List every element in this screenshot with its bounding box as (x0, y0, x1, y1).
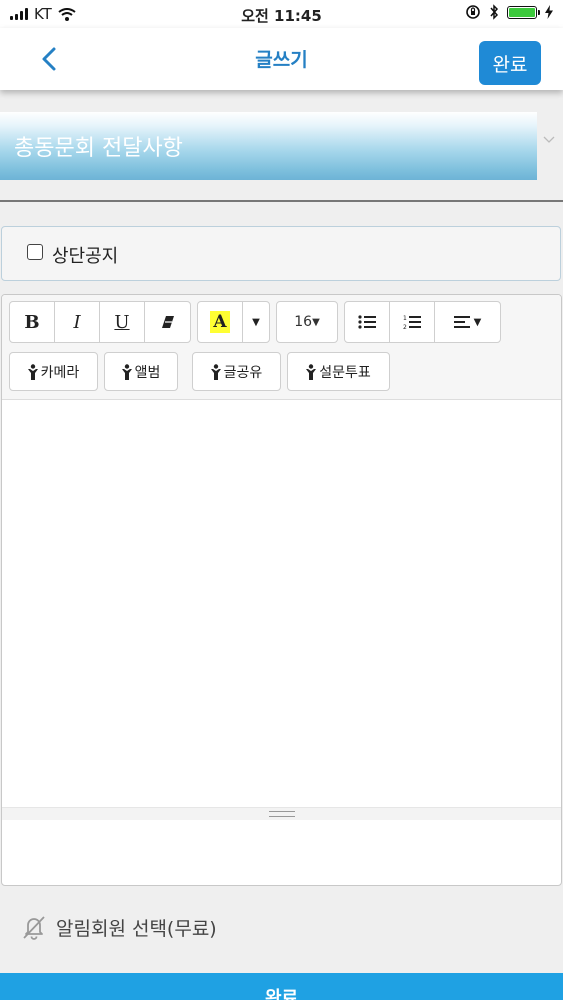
svg-text:1: 1 (403, 315, 407, 322)
color-dropdown-button[interactable]: ▼ (243, 302, 269, 342)
caret-down-icon: ▼ (312, 316, 320, 328)
camera-button[interactable]: 카메라 (9, 352, 98, 391)
top-notice-checkbox[interactable] (27, 244, 43, 260)
done-button[interactable]: 완료 (479, 41, 541, 85)
editor-toolbar: B I U A ▼ 16 ▼ 1 2 ▼ 카메라 앨범 글공유 설문투표 (2, 295, 561, 400)
underline-button[interactable]: U (100, 302, 145, 342)
svg-text:2: 2 (403, 324, 407, 330)
board-select[interactable]: 총동문회 전달사항 (0, 112, 563, 180)
chevron-down-icon (543, 136, 555, 143)
grip-icon (268, 811, 295, 817)
font-size-value: 16 (294, 314, 313, 330)
share-post-button[interactable]: 글공유 (192, 352, 281, 391)
person-icon (121, 363, 132, 380)
numbered-list-icon: 1 2 (403, 315, 421, 330)
color-letter: A (210, 311, 230, 333)
share-post-label: 글공유 (223, 364, 263, 381)
bell-off-icon (23, 916, 45, 940)
editor-resize-handle[interactable] (2, 807, 561, 820)
survey-vote-label: 설문투표 (319, 364, 371, 381)
nav-bar: 글쓰기 완료 (0, 28, 563, 90)
battery-icon (507, 5, 540, 19)
album-label: 앨범 (134, 364, 161, 381)
align-left-icon (453, 316, 470, 328)
color-button-group: A ▼ (197, 301, 270, 343)
camera-label: 카메라 (40, 364, 80, 381)
alert-members-select[interactable]: 알림회원 선택(무료) (20, 913, 217, 941)
person-icon (27, 363, 38, 380)
rotation-lock-icon (466, 5, 480, 19)
numbered-list-button[interactable]: 1 2 (390, 302, 435, 342)
font-size-group: 16 ▼ (276, 301, 338, 343)
person-icon (210, 363, 221, 380)
alert-members-label: 알림회원 선택(무료) (56, 917, 217, 940)
board-select-value: 총동문회 전달사항 (14, 136, 183, 161)
bullet-list-button[interactable] (345, 302, 390, 342)
person-icon (306, 363, 317, 380)
caret-down-icon: ▼ (473, 316, 482, 328)
bullet-list-icon (358, 315, 376, 329)
survey-vote-button[interactable]: 설문투표 (287, 352, 390, 391)
format-button-group: B I U (9, 301, 191, 343)
eraser-icon (161, 316, 174, 328)
align-button[interactable]: ▼ (435, 302, 500, 342)
eraser-button[interactable] (145, 302, 190, 342)
divider (0, 200, 563, 202)
bottom-done-button[interactable]: 완료 (0, 973, 563, 1000)
status-bar: KT 오전 11:45 (0, 0, 563, 28)
text-color-button[interactable]: A (198, 302, 243, 342)
rich-text-editor: B I U A ▼ 16 ▼ 1 2 ▼ 카메라 앨범 글공유 설문투표 (1, 294, 562, 886)
font-size-button[interactable]: 16 ▼ (277, 302, 337, 342)
top-notice-label[interactable]: 상단공지 (52, 242, 118, 268)
list-align-group: 1 2 ▼ (344, 301, 501, 343)
album-button[interactable]: 앨범 (104, 352, 178, 391)
caret-down-icon: ▼ (252, 316, 260, 328)
editor-content-area[interactable] (2, 400, 561, 807)
italic-button[interactable]: I (55, 302, 100, 342)
top-notice-row: 상단공지 (1, 226, 561, 281)
bold-button[interactable]: B (10, 302, 55, 342)
charging-icon (545, 5, 553, 19)
bluetooth-icon (490, 4, 499, 20)
